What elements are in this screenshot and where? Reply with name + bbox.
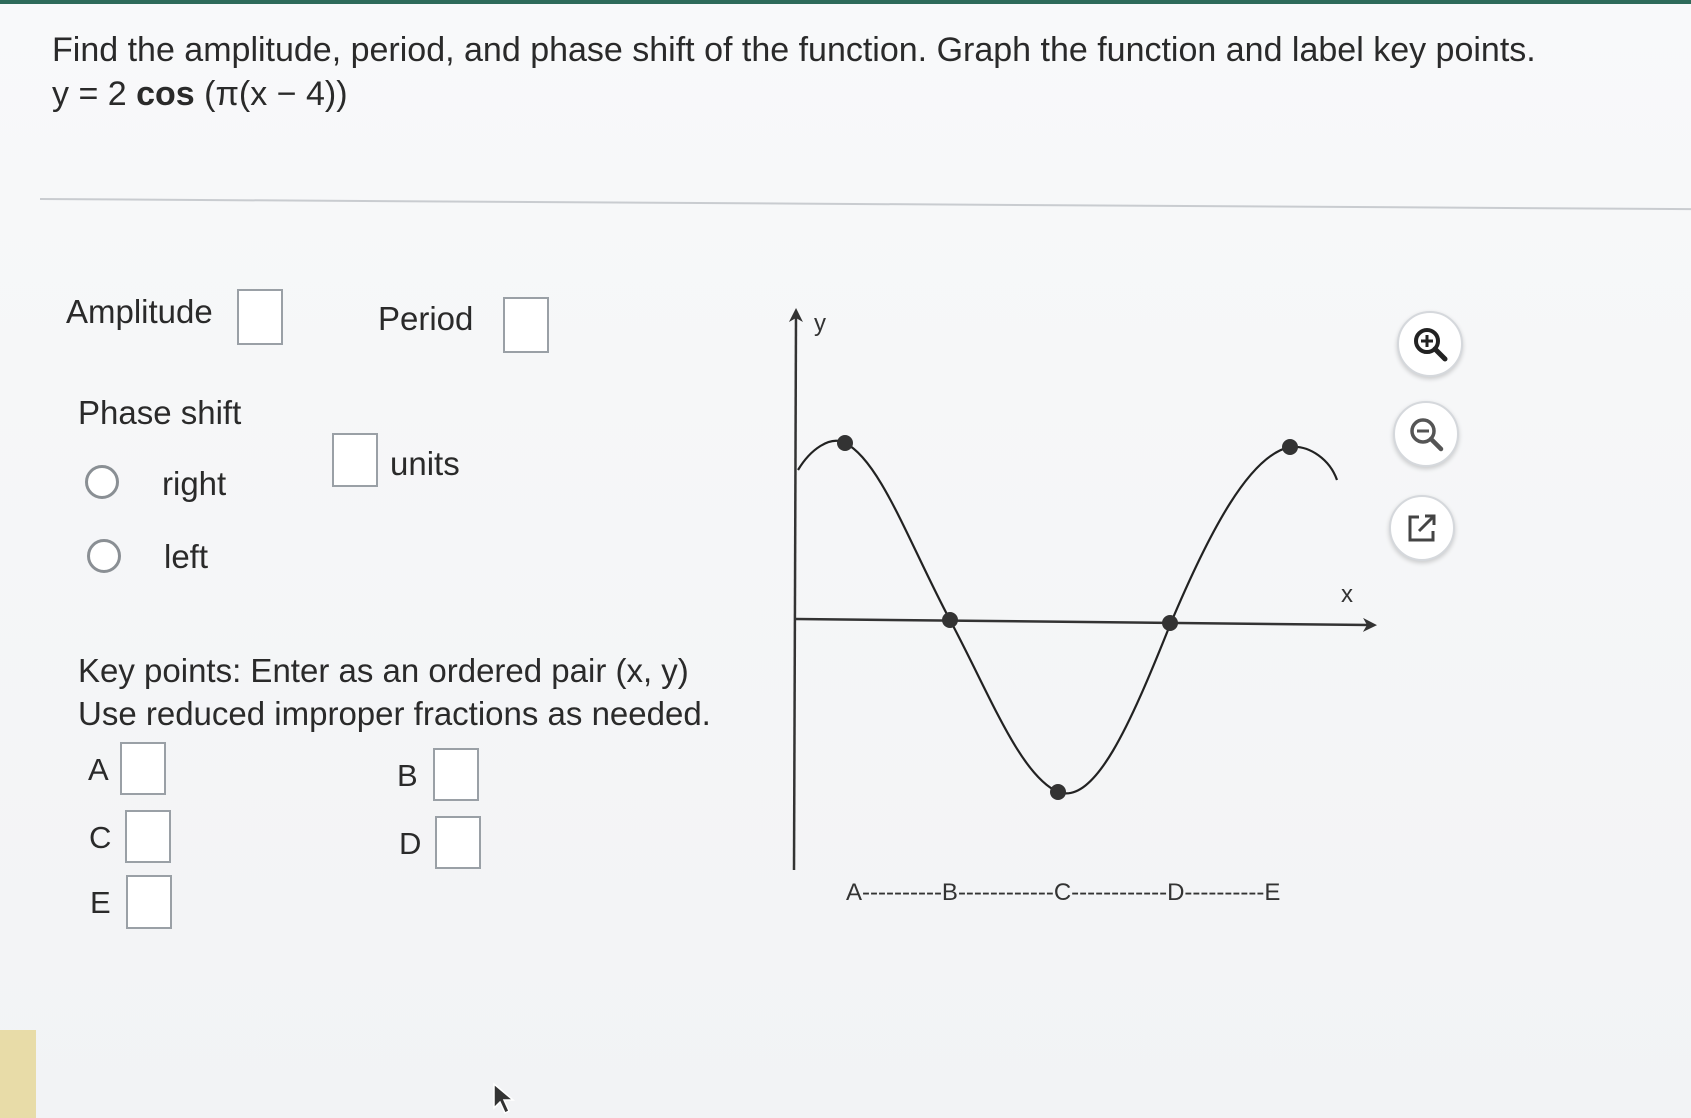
period-label: Period [378,300,474,337]
key-point-label-a: A [88,752,109,787]
key-point-marker-e[interactable] [1282,439,1298,455]
external-link-icon [1408,514,1436,542]
radio-right-label: right [162,465,227,502]
question-prompt: Find the amplitude, period, and phase sh… [52,31,1536,69]
key-point-input-a[interactable] [120,742,166,795]
key-point-input-c[interactable] [125,810,171,863]
amplitude-label: Amplitude [66,293,213,330]
sidebar-strip [0,1030,36,1118]
mouse-cursor-icon [493,1082,516,1115]
function-formula: y = 2 cos (π(x − 4)) [52,72,1672,116]
cosine-curve [797,439,1339,795]
period-input[interactable] [503,297,549,353]
radio-right[interactable] [85,465,119,499]
key-points-instruction-1: Key points: Enter as an ordered pair (x,… [78,652,689,689]
function-graph[interactable]: y x A----------B------------C-----------… [770,295,1400,935]
radio-left-label: left [164,538,209,575]
key-point-marker-a[interactable] [837,435,853,451]
key-point-label-d: D [399,826,422,861]
phase-shift-label: Phase shift [78,394,242,431]
key-point-marker-c[interactable] [1050,784,1066,800]
zoom-in-icon [1414,328,1448,362]
zoom-out-button[interactable] [1393,401,1459,467]
key-point-label-b: B [397,758,418,793]
y-axis-label: y [814,310,826,337]
key-point-marker-b[interactable] [942,612,958,628]
radio-left[interactable] [87,539,121,573]
key-point-label-c: C [89,820,112,855]
key-point-input-e[interactable] [126,875,172,929]
question-text: Find the amplitude, period, and phase sh… [52,28,1672,116]
units-label: units [390,445,460,482]
zoom-in-button[interactable] [1397,311,1463,377]
section-divider [39,198,1691,211]
x-axis-label: x [1341,581,1353,608]
formula-suffix: (π(x − 4)) [194,75,348,113]
y-axis [788,308,803,871]
phase-shift-input[interactable] [332,433,378,487]
point-sequence-label: A----------B------------C------------D--… [846,879,1280,906]
formula-prefix: y = 2 [52,75,137,113]
key-point-marker-d[interactable] [1162,615,1178,631]
key-point-label-e: E [90,885,111,920]
popout-button[interactable] [1389,495,1455,561]
formula-cos: cos [136,75,195,113]
top-accent-bar [0,0,1691,4]
x-axis [795,617,1377,632]
zoom-out-icon [1410,418,1444,452]
key-point-input-b[interactable] [433,748,479,801]
key-points-instruction-2: Use reduced improper fractions as needed… [78,695,711,732]
page: Find the amplitude, period, and phase sh… [0,0,1691,1118]
amplitude-input[interactable] [237,289,283,345]
key-point-input-d[interactable] [435,816,481,869]
